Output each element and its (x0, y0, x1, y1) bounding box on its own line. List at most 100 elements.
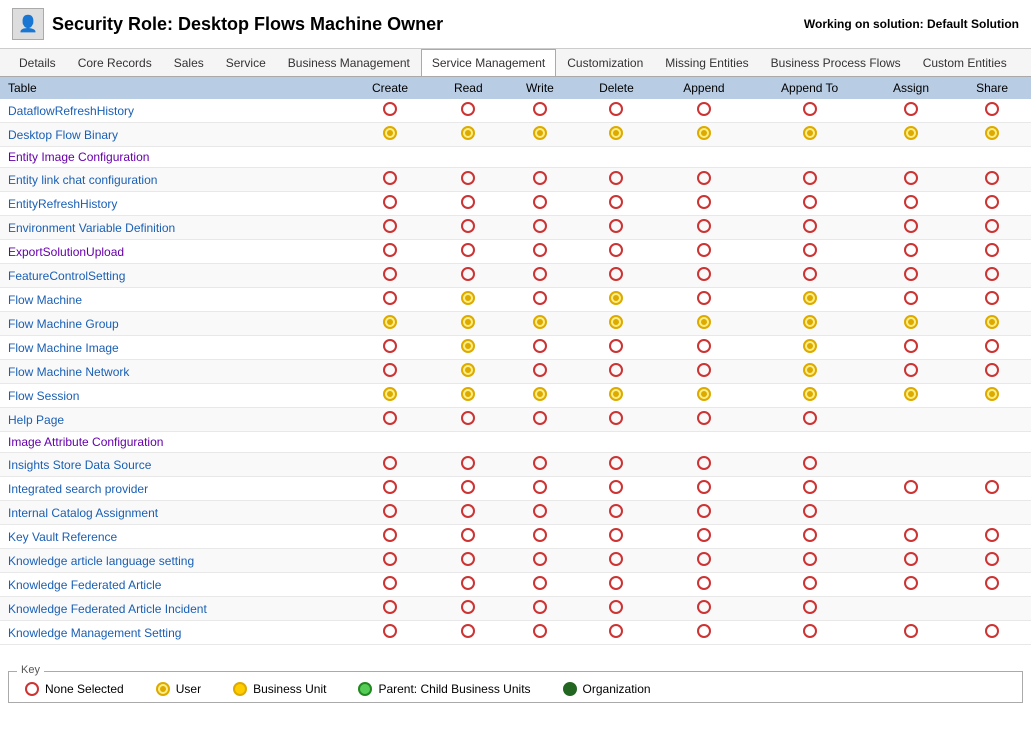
perm-write[interactable] (505, 384, 576, 408)
tab-sales[interactable]: Sales (163, 49, 215, 76)
perm-delete[interactable] (575, 573, 657, 597)
tab-business-management[interactable]: Business Management (277, 49, 421, 76)
perm-append-to[interactable] (750, 360, 869, 384)
perm-append[interactable] (657, 573, 750, 597)
perm-read[interactable] (432, 501, 504, 525)
perm-write[interactable] (505, 525, 576, 549)
perm-assign[interactable] (869, 99, 953, 123)
perm-share[interactable] (953, 360, 1031, 384)
perm-read[interactable] (432, 453, 504, 477)
perm-read[interactable] (432, 240, 504, 264)
perm-write[interactable] (505, 168, 576, 192)
perm-assign[interactable] (869, 549, 953, 573)
perm-create[interactable] (348, 240, 432, 264)
perm-create[interactable] (348, 312, 432, 336)
perm-create[interactable] (348, 123, 432, 147)
perm-read[interactable] (432, 216, 504, 240)
perm-write[interactable] (505, 192, 576, 216)
perm-append[interactable] (657, 408, 750, 432)
perm-share[interactable] (953, 168, 1031, 192)
perm-read[interactable] (432, 573, 504, 597)
perm-write[interactable] (505, 621, 576, 645)
perm-append[interactable] (657, 288, 750, 312)
perm-append-to[interactable] (750, 384, 869, 408)
perm-read[interactable] (432, 621, 504, 645)
perm-append[interactable] (657, 192, 750, 216)
perm-delete[interactable] (575, 336, 657, 360)
perm-append[interactable] (657, 453, 750, 477)
perm-assign[interactable] (869, 240, 953, 264)
perm-read[interactable] (432, 264, 504, 288)
perm-delete[interactable] (575, 168, 657, 192)
perm-append[interactable] (657, 477, 750, 501)
perm-append[interactable] (657, 621, 750, 645)
perm-create[interactable] (348, 336, 432, 360)
perm-assign[interactable] (869, 312, 953, 336)
perm-delete[interactable] (575, 288, 657, 312)
perm-delete[interactable] (575, 123, 657, 147)
perm-append-to[interactable] (750, 99, 869, 123)
tab-missing-entities[interactable]: Missing Entities (654, 49, 759, 76)
perm-delete[interactable] (575, 453, 657, 477)
perm-create[interactable] (348, 192, 432, 216)
perm-share[interactable] (953, 264, 1031, 288)
tab-service[interactable]: Service (215, 49, 277, 76)
perm-append-to[interactable] (750, 477, 869, 501)
perm-write[interactable] (505, 264, 576, 288)
perm-read[interactable] (432, 549, 504, 573)
perm-append[interactable] (657, 240, 750, 264)
perm-delete[interactable] (575, 549, 657, 573)
perm-delete[interactable] (575, 99, 657, 123)
perm-write[interactable] (505, 360, 576, 384)
perm-append[interactable] (657, 597, 750, 621)
perm-write[interactable] (505, 453, 576, 477)
perm-append[interactable] (657, 501, 750, 525)
perm-read[interactable] (432, 99, 504, 123)
perm-append[interactable] (657, 264, 750, 288)
perm-write[interactable] (505, 597, 576, 621)
tab-details[interactable]: Details (8, 49, 67, 76)
perm-create[interactable] (348, 384, 432, 408)
perm-append[interactable] (657, 168, 750, 192)
table-container[interactable]: TableCreateReadWriteDeleteAppendAppend T… (0, 77, 1031, 665)
perm-append[interactable] (657, 525, 750, 549)
perm-write[interactable] (505, 312, 576, 336)
perm-append-to[interactable] (750, 123, 869, 147)
perm-write[interactable] (505, 216, 576, 240)
perm-delete[interactable] (575, 192, 657, 216)
perm-append[interactable] (657, 216, 750, 240)
perm-write[interactable] (505, 408, 576, 432)
perm-assign[interactable] (869, 123, 953, 147)
perm-write[interactable] (505, 99, 576, 123)
perm-assign[interactable] (869, 336, 953, 360)
perm-delete[interactable] (575, 477, 657, 501)
perm-delete[interactable] (575, 312, 657, 336)
perm-write[interactable] (505, 123, 576, 147)
perm-write[interactable] (505, 549, 576, 573)
perm-create[interactable] (348, 549, 432, 573)
perm-share[interactable] (953, 573, 1031, 597)
perm-append-to[interactable] (750, 597, 869, 621)
perm-read[interactable] (432, 336, 504, 360)
perm-append[interactable] (657, 384, 750, 408)
perm-append[interactable] (657, 360, 750, 384)
perm-delete[interactable] (575, 597, 657, 621)
perm-share[interactable] (953, 477, 1031, 501)
perm-assign[interactable] (869, 192, 953, 216)
perm-share[interactable] (953, 288, 1031, 312)
perm-create[interactable] (348, 264, 432, 288)
tab-business-process-flows[interactable]: Business Process Flows (760, 49, 912, 76)
perm-write[interactable] (505, 288, 576, 312)
entity-name[interactable]: Image Attribute Configuration (0, 432, 348, 453)
perm-create[interactable] (348, 621, 432, 645)
perm-read[interactable] (432, 192, 504, 216)
perm-append[interactable] (657, 99, 750, 123)
perm-append[interactable] (657, 336, 750, 360)
perm-append-to[interactable] (750, 501, 869, 525)
perm-read[interactable] (432, 360, 504, 384)
perm-share[interactable] (953, 123, 1031, 147)
perm-read[interactable] (432, 384, 504, 408)
perm-append-to[interactable] (750, 240, 869, 264)
perm-append-to[interactable] (750, 336, 869, 360)
perm-append-to[interactable] (750, 573, 869, 597)
